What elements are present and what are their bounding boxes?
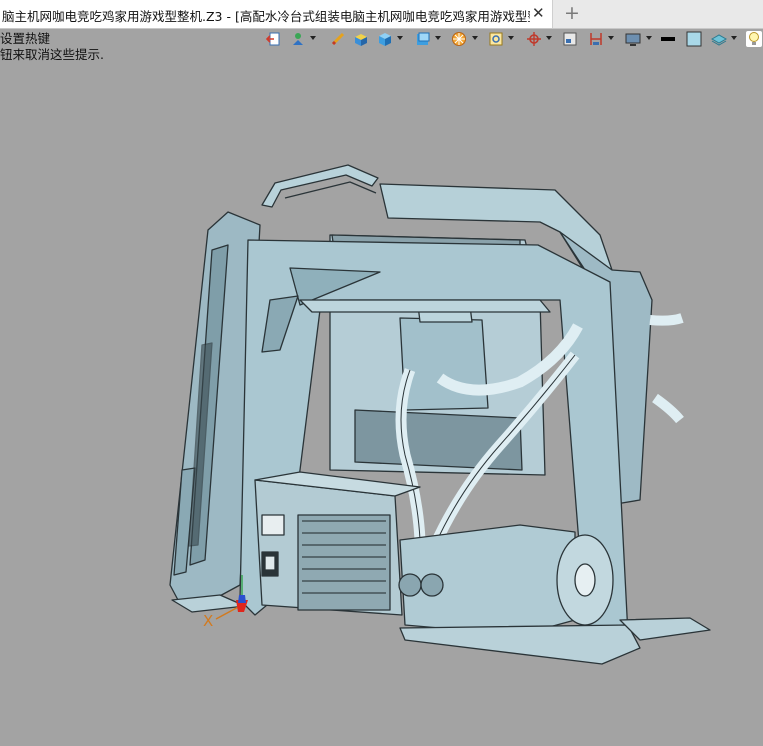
new-tab-icon[interactable]: + xyxy=(564,2,580,24)
cube-icon[interactable] xyxy=(377,31,393,47)
chevron-down-icon[interactable] xyxy=(731,36,737,40)
fill-color-icon[interactable] xyxy=(686,31,702,47)
crosshair-icon[interactable] xyxy=(526,31,542,47)
line-color-icon[interactable] xyxy=(660,31,676,47)
chevron-down-icon[interactable] xyxy=(310,36,316,40)
undo-view-icon[interactable] xyxy=(265,31,281,47)
close-tab-icon[interactable]: ✕ xyxy=(532,4,545,22)
box-shaded-icon[interactable] xyxy=(353,31,369,47)
axis-x-label: X xyxy=(203,612,214,630)
material-icon[interactable] xyxy=(711,31,727,47)
chevron-down-icon[interactable] xyxy=(397,36,403,40)
3d-viewport[interactable] xyxy=(0,62,763,746)
display-icon[interactable] xyxy=(562,31,578,47)
document-tab[interactable]: 脑主机网咖电竞吃鸡家用游戏型整机.Z3 - [高配水冷台式组装电脑主机网咖电竞吃… xyxy=(0,0,553,28)
chevron-down-icon[interactable] xyxy=(608,36,614,40)
chevron-down-icon[interactable] xyxy=(435,36,441,40)
section-icon[interactable] xyxy=(451,31,467,47)
tab-title: 脑主机网咖电竞吃鸡家用游戏型整机.Z3 - [高配水冷台式组装电脑主机网咖电竞吃… xyxy=(2,9,530,24)
hotkey-hint: 设置热键 xyxy=(0,31,51,46)
render-mode-icon[interactable] xyxy=(290,31,306,47)
chevron-down-icon[interactable] xyxy=(646,36,652,40)
measure-icon[interactable] xyxy=(330,31,346,47)
light-icon[interactable] xyxy=(746,31,762,47)
chevron-down-icon[interactable] xyxy=(508,36,514,40)
screen-icon[interactable] xyxy=(625,31,641,47)
view-toolbar xyxy=(258,28,763,52)
tab-bar: 脑主机网咖电竞吃鸡家用游戏型整机.Z3 - [高配水冷台式组装电脑主机网咖电竞吃… xyxy=(0,0,763,29)
dismiss-hint: 钮来取消这些提示. xyxy=(0,47,104,62)
layer-icon[interactable] xyxy=(488,31,504,47)
chevron-down-icon[interactable] xyxy=(472,36,478,40)
pc-case-model xyxy=(169,164,711,665)
dimension-icon[interactable] xyxy=(588,31,604,47)
view-cube-icon[interactable] xyxy=(415,31,431,47)
chevron-down-icon[interactable] xyxy=(546,36,552,40)
